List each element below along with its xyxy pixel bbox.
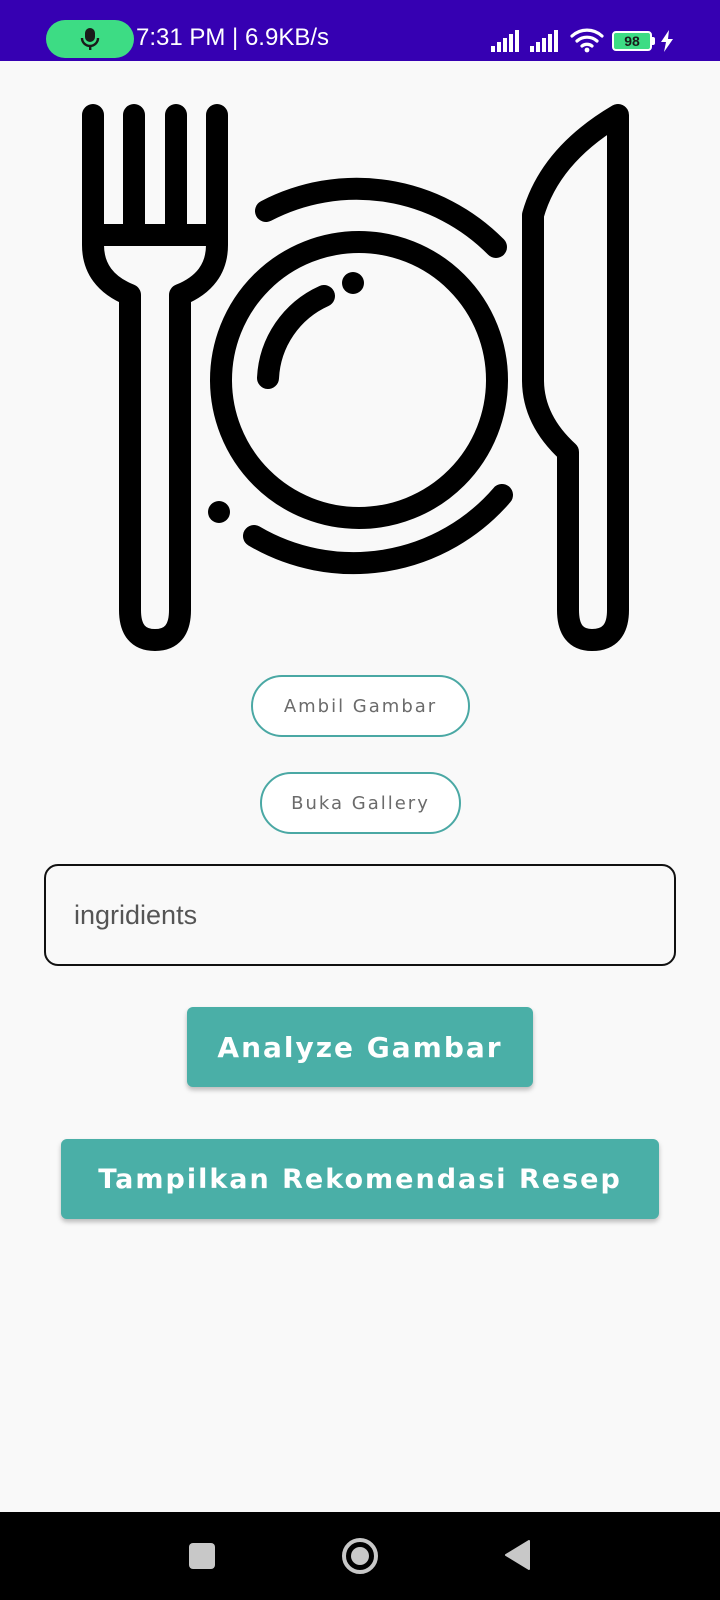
analyze-image-button[interactable]: Analyze Gambar [187, 1007, 533, 1087]
status-bar: 7:31 PM | 6.9KB/s 98 [0, 0, 720, 61]
fork-plate-knife-icon [82, 104, 629, 651]
back-icon[interactable] [503, 1539, 531, 1571]
signal-icon [491, 30, 519, 52]
ingredients-value: ingridients [74, 900, 198, 930]
charging-icon [661, 30, 673, 52]
show-recommendations-button[interactable]: Tampilkan Rekomendasi Resep [61, 1139, 659, 1219]
mic-icon [80, 28, 100, 50]
open-gallery-button[interactable]: Buka Gallery [260, 772, 461, 834]
status-time: 7:31 PM | 6.9KB/s [136, 24, 329, 51]
battery-level: 98 [624, 33, 640, 49]
mic-indicator[interactable] [46, 20, 134, 58]
take-photo-button[interactable]: Ambil Gambar [251, 675, 470, 737]
signal-icon [530, 30, 558, 52]
ingredients-field[interactable]: ingridients [44, 864, 676, 966]
wifi-icon [570, 28, 604, 53]
home-icon[interactable] [340, 1536, 380, 1576]
recents-icon[interactable] [189, 1543, 215, 1569]
navigation-bar [0, 1512, 720, 1600]
battery-tip [652, 37, 655, 45]
